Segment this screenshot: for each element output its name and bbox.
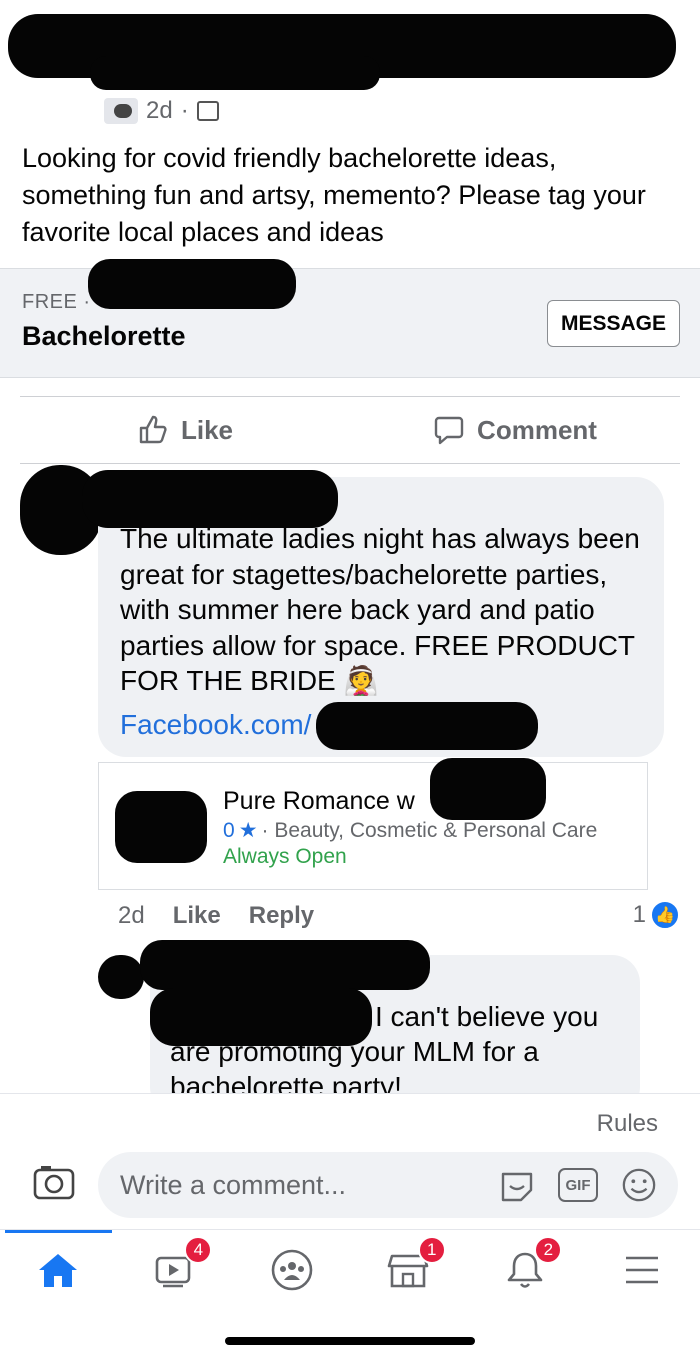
message-button[interactable]: MESSAGE (547, 300, 680, 347)
comment-reply-link[interactable]: Reply (249, 902, 314, 930)
redacted-reply-author (140, 940, 430, 990)
notifications-badge: 2 (534, 1236, 563, 1264)
listing-card[interactable]: FREE · Bachelorette MESSAGE (0, 259, 700, 378)
like-reaction-icon: 👍 (650, 900, 680, 930)
comment-time: 2d (118, 902, 145, 929)
reaction-count[interactable]: 1 👍 (633, 900, 680, 930)
comment-button[interactable]: Comment (350, 397, 680, 463)
groups-icon (271, 1249, 312, 1290)
video-badge: 4 (184, 1236, 213, 1264)
post-body: Looking for covid friendly bachelorette … (22, 143, 646, 247)
redacted-listing-location (88, 259, 296, 309)
bottom-tab-bar: 4 1 2 (0, 1229, 700, 1309)
redacted-reply-start (150, 988, 372, 1046)
comment-label: Comment (477, 414, 597, 445)
like-label: Like (180, 414, 234, 445)
messenger-bubble-icon (104, 98, 138, 124)
redacted-author-name-2 (90, 56, 380, 90)
reaction-number: 1 (632, 901, 646, 928)
marketplace-badge: 1 (417, 1236, 446, 1264)
like-button[interactable]: Like (20, 397, 350, 463)
star-icon: ★ (238, 819, 258, 842)
comment-bubble-icon (434, 416, 464, 445)
comment-like-link[interactable]: Like (173, 902, 221, 930)
comment-composer: Rules GIF (0, 1093, 700, 1229)
meta-separator: · (180, 97, 189, 124)
sticker-icon[interactable] (498, 1168, 536, 1202)
tab-watch[interactable]: 4 (117, 1230, 234, 1309)
page-rating: 0 (223, 818, 235, 842)
menu-icon (625, 1256, 658, 1283)
reply-avatar-redacted[interactable] (98, 955, 144, 999)
tab-groups[interactable] (233, 1230, 350, 1309)
page-open-status: Always Open (223, 845, 347, 868)
tab-notifications[interactable]: 2 (467, 1230, 584, 1309)
page-preview-card[interactable]: Pure Romance w 0 ★ · Beauty, Cosmetic & … (98, 762, 648, 890)
home-icon (39, 1253, 78, 1287)
listing-kicker: FREE · (22, 291, 91, 313)
post-meta: 2d · (104, 96, 219, 126)
post-actions: Like Comment (20, 396, 680, 464)
post-time[interactable]: 2d (146, 97, 173, 125)
tab-marketplace[interactable]: 1 (350, 1230, 467, 1309)
thumbs-up-icon (139, 415, 167, 444)
page-name: Pure Romance w (223, 787, 415, 815)
comment-link[interactable]: Facebook.com/ (120, 709, 311, 741)
comment-text: The ultimate ladies night has always bee… (120, 523, 640, 696)
page-category-text: · Beauty, Cosmetic & Personal Care (261, 818, 598, 842)
comment-footer: 2d Like Reply (118, 900, 688, 932)
tab-menu[interactable] (583, 1230, 700, 1309)
redacted-link (316, 702, 538, 750)
page-avatar-redacted (115, 791, 207, 863)
camera-icon[interactable] (33, 1164, 75, 1200)
emoji-icon[interactable] (620, 1168, 658, 1202)
group-audience-icon (196, 101, 219, 121)
page-category: 0 ★ · Beauty, Cosmetic & Personal Care (223, 818, 597, 843)
redacted-comment-author (82, 470, 338, 528)
rules-link[interactable]: Rules (597, 1110, 658, 1138)
tab-home[interactable] (0, 1230, 117, 1309)
gif-icon[interactable]: GIF (558, 1168, 598, 1202)
listing-title: Bachelorette (22, 321, 186, 351)
redacted-page-name (430, 758, 546, 820)
home-indicator[interactable] (225, 1337, 475, 1345)
